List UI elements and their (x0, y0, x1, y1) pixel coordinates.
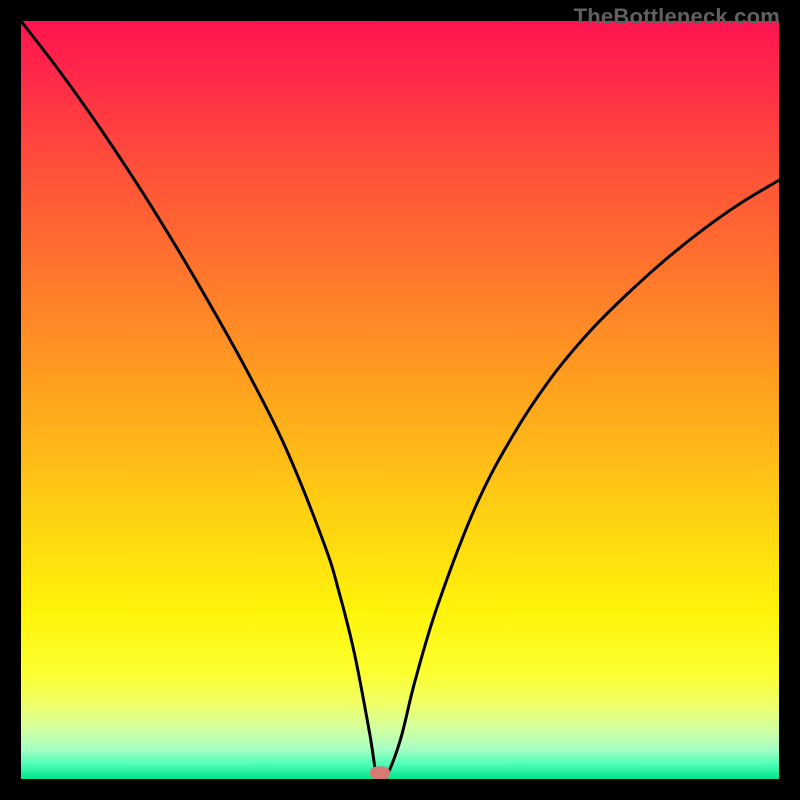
minimum-marker (370, 766, 390, 779)
plot-area (21, 21, 779, 779)
watermark-text: TheBottleneck.com (574, 4, 780, 30)
bottleneck-curve (21, 21, 779, 779)
chart-frame: TheBottleneck.com (0, 0, 800, 800)
